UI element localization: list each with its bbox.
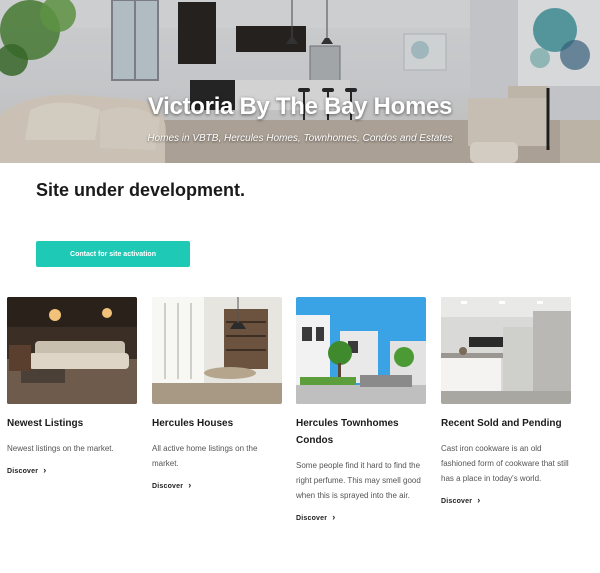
chevron-right-icon: › (477, 495, 481, 505)
discover-link[interactable]: Discover › (7, 465, 46, 475)
discover-link[interactable]: Discover › (296, 512, 335, 522)
card-description: Newest listings on the market. (7, 444, 114, 453)
card-title: Hercules Houses (152, 418, 234, 429)
page-headline: Site under development. (36, 180, 246, 200)
site-title: Victoria By The Bay Homes (147, 93, 453, 120)
chevron-right-icon: › (332, 512, 336, 522)
newest-listings-image[interactable] (7, 297, 137, 404)
site-subtitle: Homes in VBTB, Hercules Homes, Townhomes… (147, 133, 453, 144)
card-description: Cast iron cookware is an old fashioned f… (441, 444, 569, 483)
card-hercules-townhomes: Hercules Townhomes Condos Some people fi… (296, 297, 426, 525)
card-description: All active home listings on the market. (152, 444, 258, 468)
card-title: Hercules Townhomes Condos (296, 418, 399, 446)
discover-label: Discover (296, 515, 328, 522)
discover-label: Discover (152, 483, 184, 490)
card-hercules-houses: Hercules Houses All active home listings… (152, 297, 282, 493)
hercules-houses-image[interactable] (152, 297, 282, 404)
chevron-right-icon: › (188, 480, 192, 490)
discover-link[interactable]: Discover › (152, 480, 191, 490)
card-recent-sold: Recent Sold and Pending Cast iron cookwa… (441, 297, 571, 508)
contact-activation-button[interactable]: Contact for site activation (36, 241, 190, 267)
card-description: Some people find it hard to find the rig… (296, 461, 421, 500)
discover-link[interactable]: Discover › (441, 495, 480, 505)
card-title: Recent Sold and Pending (441, 418, 562, 429)
hercules-townhomes-image[interactable] (296, 297, 426, 404)
card-title: Newest Listings (7, 418, 84, 429)
hero-banner: Victoria By The Bay Homes Homes in VBTB,… (0, 0, 600, 163)
discover-label: Discover (441, 498, 473, 505)
discover-label: Discover (7, 468, 39, 475)
recent-sold-image[interactable] (441, 297, 571, 404)
chevron-right-icon: › (43, 465, 47, 475)
card-newest-listings: Newest Listings Newest listings on the m… (7, 297, 137, 478)
